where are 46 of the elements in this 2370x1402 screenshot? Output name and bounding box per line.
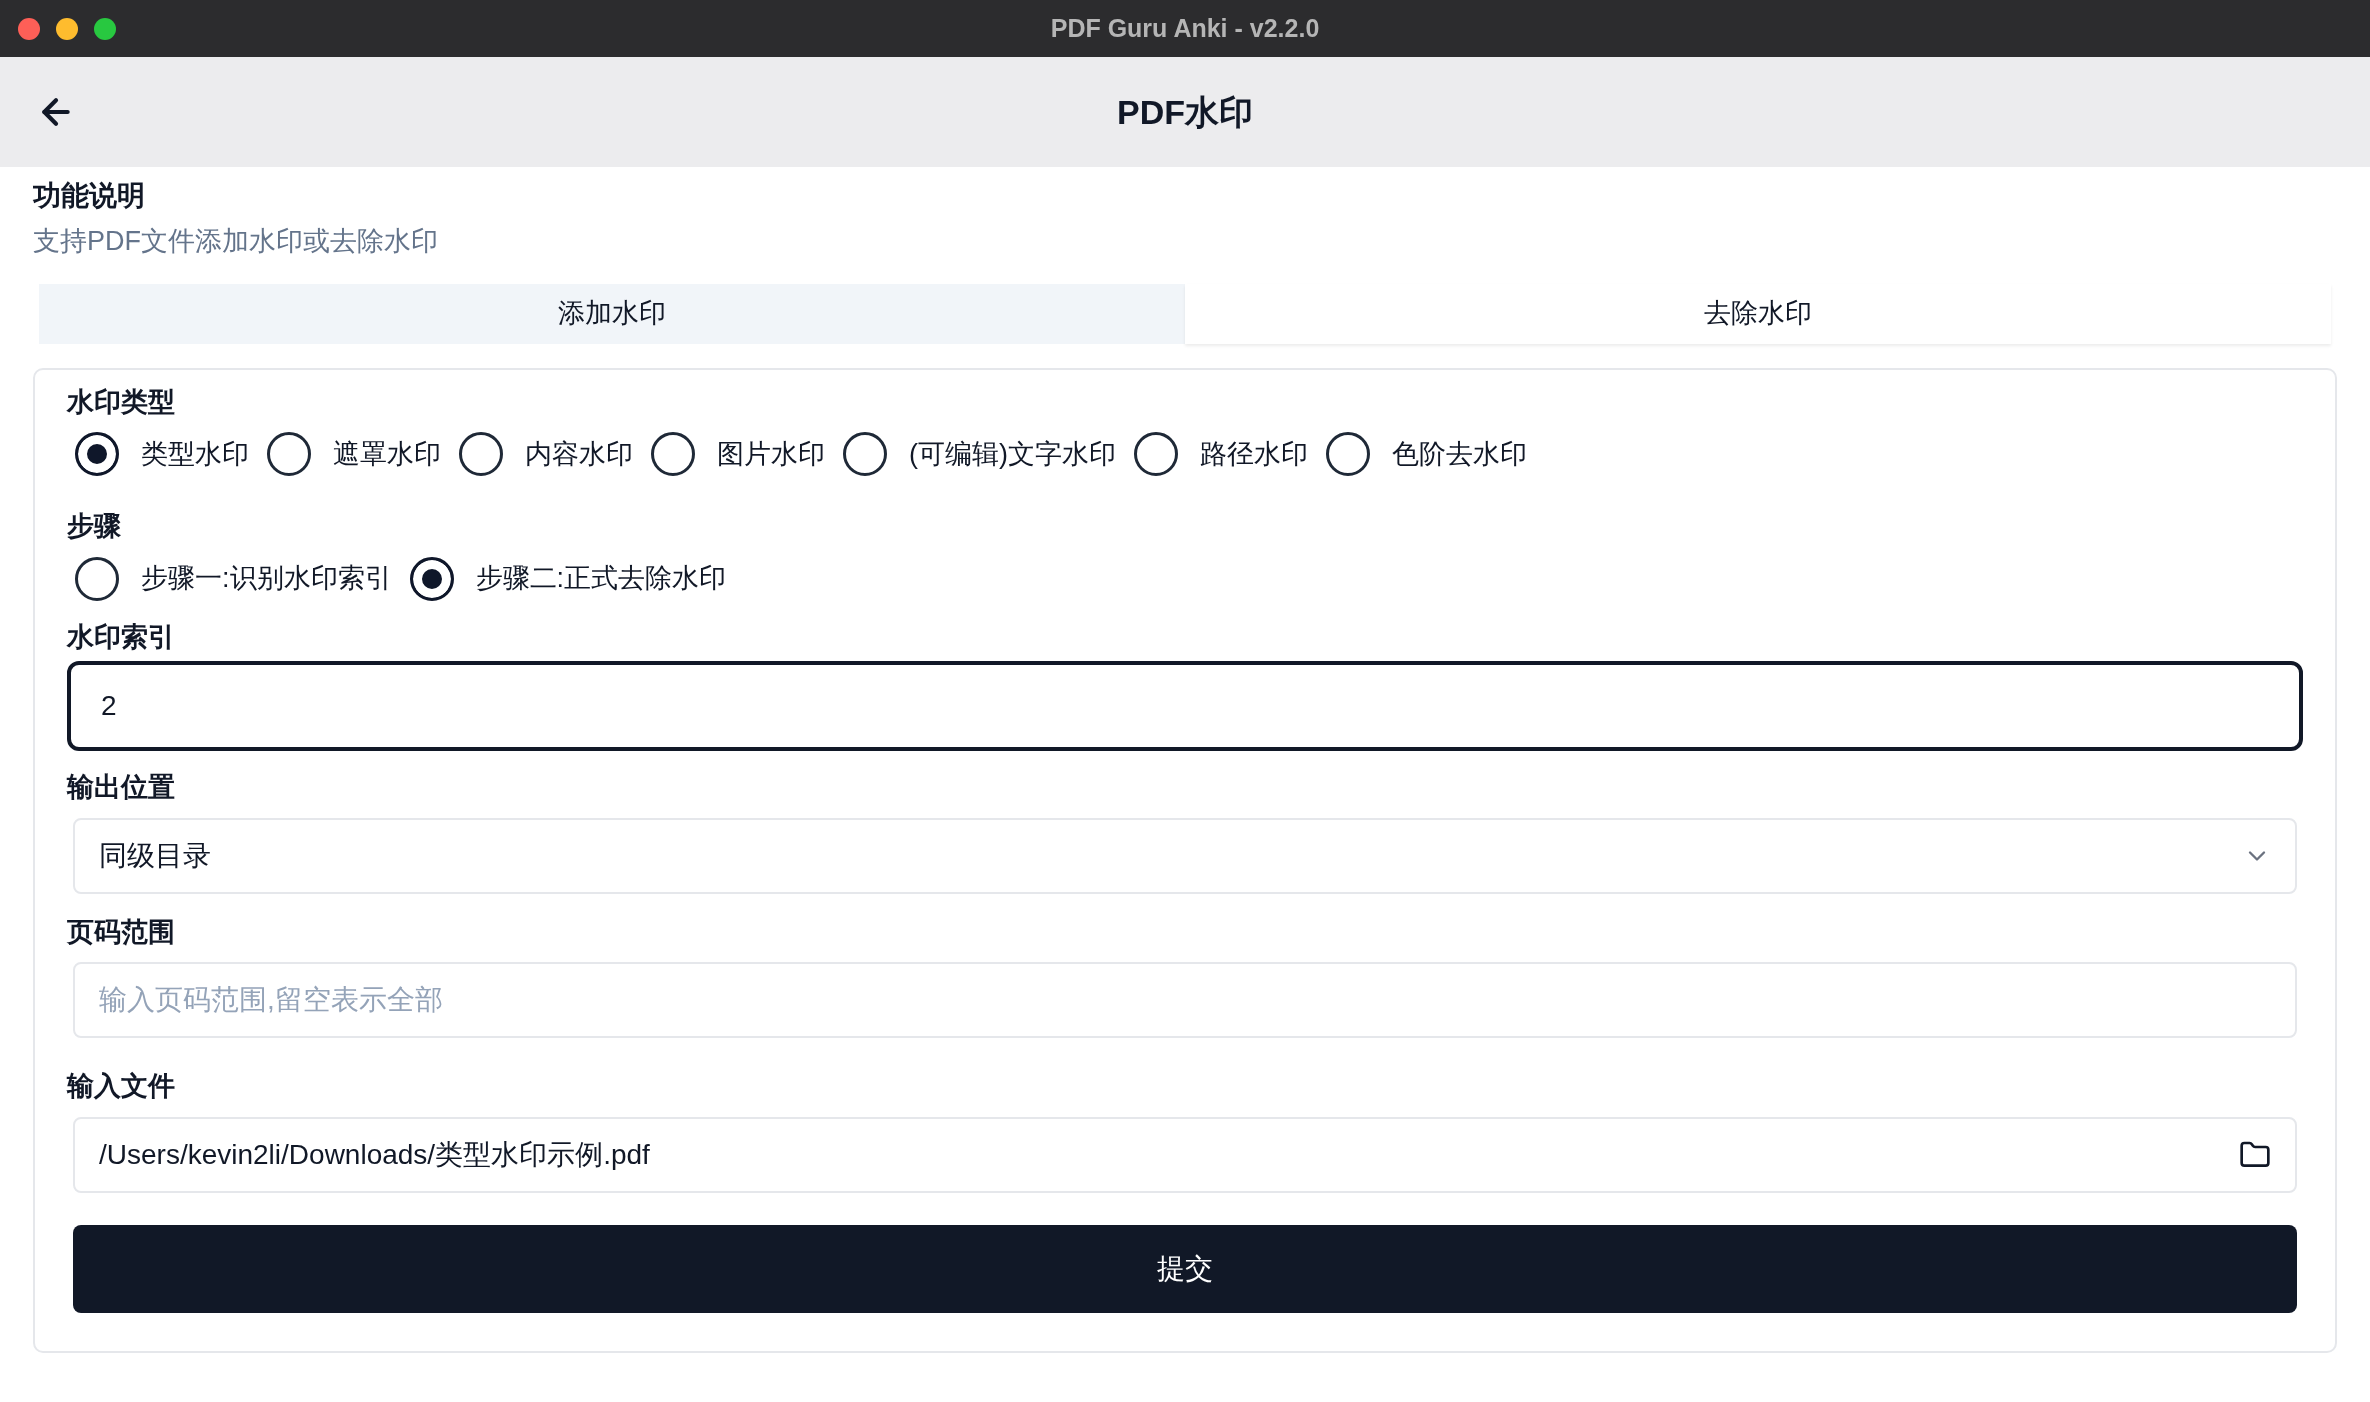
radio-option[interactable]: 路径水印 [1134,432,1308,476]
radio-option[interactable]: 色阶去水印 [1326,432,1527,476]
radio-button[interactable] [75,556,119,601]
radio-label: 图片水印 [717,437,825,471]
radio-button[interactable] [459,432,503,476]
radio-label: 步骤二:正式去除水印 [475,562,727,596]
radio-option[interactable]: 图片水印 [651,432,825,476]
window-title: PDF Guru Anki - v2.2.0 [1050,12,1320,44]
radio-button[interactable] [843,432,887,476]
minimize-window-icon[interactable] [56,17,78,40]
field-label: 输入文件 [67,1070,176,1103]
page-title: PDF水印 [1117,91,1253,133]
tab[interactable]: 添加水印 [39,283,1185,344]
radio-option[interactable]: 步骤一:识别水印索引 [75,556,392,601]
radio-option[interactable]: 类型水印 [75,432,249,476]
radio-label: 遮罩水印 [333,437,441,471]
page-range-field[interactable]: 输入页码范围,留空表示全部 [73,962,2297,1038]
tab[interactable]: 去除水印 [1185,283,2331,344]
description-text: 支持PDF文件添加水印或去除水印 [33,225,439,258]
radio-label: 色阶去水印 [1392,437,1527,471]
radio-label: 内容水印 [525,437,633,471]
radio-button[interactable] [651,432,695,476]
close-window-icon[interactable] [18,17,40,40]
radio-label: 类型水印 [141,437,249,471]
radio-option[interactable]: 步骤二:正式去除水印 [409,556,727,601]
radio-label: 步骤一:识别水印索引 [141,562,392,596]
field-label: 水印索引 [67,620,176,654]
submit-button[interactable]: 提交 [73,1224,2297,1313]
maximize-window-icon[interactable] [94,17,116,40]
radio-option[interactable]: 内容水印 [459,432,633,476]
section-heading: 功能说明 [33,179,146,213]
field-label: 水印类型 [67,385,176,419]
watermark-index-field[interactable]: 2 [67,661,2303,751]
radio-button[interactable] [267,432,311,476]
field-label: 输出位置 [67,771,176,804]
radio-option[interactable]: 遮罩水印 [267,432,441,476]
radio-label: 路径水印 [1200,437,1308,471]
radio-button[interactable] [75,432,119,476]
field-label: 步骤 [67,510,122,543]
input-file-field[interactable]: /Users/kevin2li/Downloads/类型水印示例.pdf [73,1116,2297,1193]
radio-button[interactable] [1134,432,1178,476]
output-select[interactable]: 同级目录 [73,817,2297,894]
radio-button[interactable] [1326,432,1370,476]
radio-label: (可编辑)文字水印 [909,437,1116,471]
radio-option[interactable]: (可编辑)文字水印 [843,432,1116,476]
field-label: 页码范围 [67,915,176,949]
